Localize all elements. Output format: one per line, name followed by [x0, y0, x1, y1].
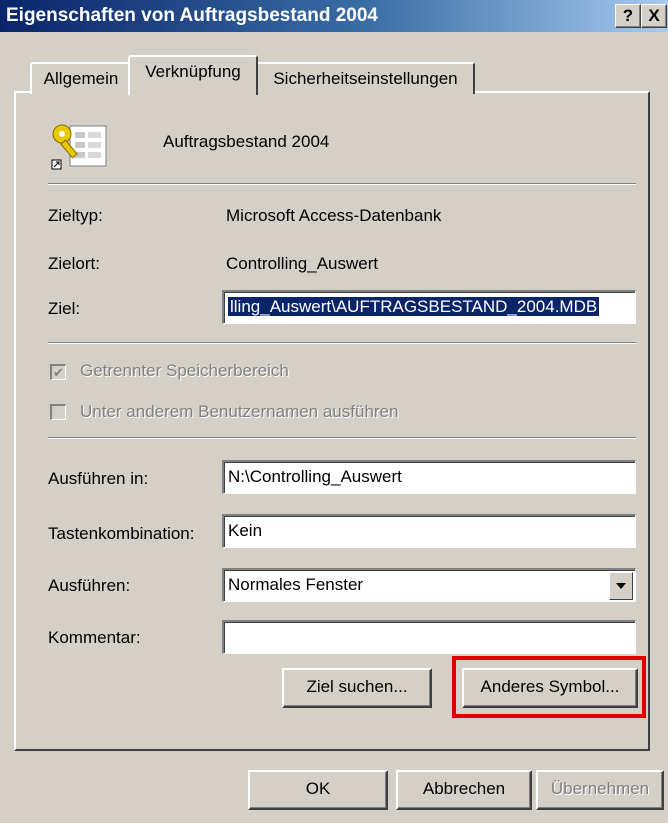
- run-as-label: Unter anderem Benutzernamen ausführen: [80, 402, 399, 421]
- cancel-button[interactable]: Abbrechen: [396, 770, 532, 810]
- tab-sicherheitseinstellungen[interactable]: Sicherheitseinstellungen: [256, 62, 475, 94]
- separator: [48, 437, 636, 439]
- find-target-button[interactable]: Ziel suchen...: [282, 668, 432, 708]
- shortcut-name: Auftragsbestand 2004: [163, 132, 330, 151]
- ok-button[interactable]: OK: [248, 770, 388, 810]
- run-as-checkbox: [50, 404, 66, 420]
- separate-memory-label: Getrennter Speicherbereich: [80, 361, 289, 380]
- start-in-field[interactable]: N:\Controlling_Auswert: [222, 460, 636, 494]
- zieltyp-value: Microsoft Access-Datenbank: [226, 206, 442, 225]
- help-button[interactable]: ?: [615, 4, 641, 28]
- ziel-field[interactable]: lling_Auswert\AUFTRAGSBESTAND_2004.MDB: [222, 290, 636, 324]
- start-in-value: N:\Controlling_Auswert: [228, 467, 402, 486]
- run-select[interactable]: Normales Fenster: [222, 568, 636, 602]
- title-bar[interactable]: Eigenschaften von Auftragsbestand 2004 ?…: [0, 0, 668, 32]
- hotkey-field[interactable]: Kein: [222, 514, 636, 548]
- change-icon-button[interactable]: Anderes Symbol...: [462, 668, 638, 708]
- tab-verknuepfung[interactable]: Verknüpfung: [128, 55, 258, 95]
- separator: [48, 183, 636, 185]
- chevron-down-icon[interactable]: [609, 572, 633, 600]
- window-title: Eigenschaften von Auftragsbestand 2004: [6, 5, 379, 26]
- hotkey-label: Tastenkombination:: [48, 524, 195, 543]
- zielort-value: Controlling_Auswert: [226, 254, 379, 273]
- start-in-label: Ausführen in:: [48, 469, 149, 488]
- separate-memory-checkbox: ✔: [50, 364, 66, 380]
- comment-field[interactable]: [222, 620, 636, 654]
- run-value: Normales Fenster: [228, 575, 364, 594]
- tab-sicherheit-label: Sicherheitseinstellungen: [273, 69, 458, 88]
- zieltyp-label: Zieltyp:: [48, 206, 103, 225]
- apply-button[interactable]: Übernehmen: [536, 770, 664, 810]
- tab-allgemein-label: Allgemein: [43, 69, 119, 88]
- ziel-value: lling_Auswert\AUFTRAGSBESTAND_2004.MDB: [228, 297, 600, 316]
- close-button[interactable]: X: [641, 4, 667, 28]
- comment-label: Kommentar:: [48, 628, 141, 647]
- tab-verknuepfung-label: Verknüpfung: [145, 62, 241, 81]
- separator: [48, 342, 636, 344]
- tab-allgemein[interactable]: Allgemein: [30, 62, 132, 94]
- zielort-label: Zielort:: [48, 254, 100, 273]
- hotkey-value: Kein: [228, 521, 263, 540]
- ziel-label: Ziel:: [48, 299, 81, 318]
- access-database-shortcut-icon: [48, 120, 112, 172]
- run-label: Ausführen:: [48, 576, 131, 595]
